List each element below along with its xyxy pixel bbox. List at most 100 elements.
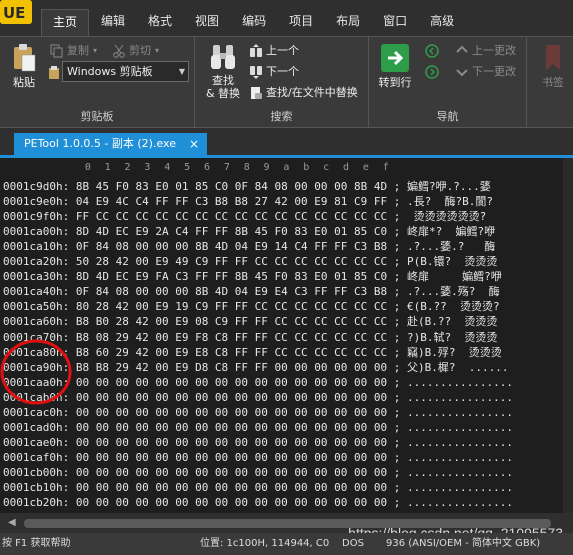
navigation-group: 转到行 上一更改 下一更改 导航	[369, 37, 527, 127]
hex-ascii[interactable]: ; ................	[394, 376, 513, 389]
hex-row[interactable]: 0001ca00h: 8D 4D EC E9 2A C4 FF FF 8B 45…	[3, 224, 495, 239]
hex-row[interactable]: 0001cb20h: 00 00 00 00 00 00 00 00 00 00…	[3, 495, 513, 510]
hex-row[interactable]: 0001ca80h: B8 60 29 42 00 E9 E8 C8 FF FF…	[3, 345, 502, 360]
hex-ascii[interactable]: ; ?)B.轼? 烫烫烫	[394, 331, 498, 344]
menu-tab[interactable]: 高级	[419, 9, 465, 34]
document-tab[interactable]: PETool 1.0.0.5 - 副本 (2).exe ×	[14, 133, 207, 155]
menu-tab[interactable]: 布局	[325, 9, 371, 34]
hex-row[interactable]: 0001cae0h: 00 00 00 00 00 00 00 00 00 00…	[3, 435, 513, 450]
hex-ascii[interactable]: ; 烫烫烫烫烫烫?	[394, 210, 487, 223]
scroll-left-icon[interactable]: ◀	[8, 517, 16, 528]
hex-ascii[interactable]: ; ................	[394, 481, 513, 494]
hex-ascii[interactable]: ; ................	[394, 451, 513, 464]
hex-row[interactable]: 0001cac0h: 00 00 00 00 00 00 00 00 00 00…	[3, 405, 513, 420]
hex-row[interactable]: 0001ca60h: B8 B0 28 42 00 E9 08 C9 FF FF…	[3, 314, 497, 329]
hex-row[interactable]: 0001ca40h: 0F 84 08 00 00 00 8B 4D 04 E9…	[3, 284, 500, 299]
hex-ascii[interactable]: ; ................	[394, 421, 513, 434]
find-in-files-button[interactable]: 查找/在文件中替换	[249, 83, 358, 103]
hex-bytes[interactable]: 50 28 42 00 E9 49 C9 FF FF CC CC CC CC C…	[76, 255, 387, 268]
menu-tab[interactable]: 主页	[41, 9, 90, 36]
hex-bytes[interactable]: B8 08 29 42 00 E9 F8 C8 FF FF CC CC CC C…	[76, 331, 387, 344]
hex-row[interactable]: 0001cb10h: 00 00 00 00 00 00 00 00 00 00…	[3, 480, 513, 495]
hex-bytes[interactable]: 00 00 00 00 00 00 00 00 00 00 00 00 00 0…	[76, 421, 387, 434]
next-change-button[interactable]: 下一更改	[455, 62, 516, 82]
vertical-scrollbar[interactable]	[563, 158, 573, 513]
hex-ascii[interactable]: ; 峂扉 媥鳕?咿	[394, 270, 502, 283]
hex-ascii[interactable]: ; P(B.镮? 烫烫烫	[394, 255, 498, 268]
hex-row[interactable]: 0001ca70h: B8 08 29 42 00 E9 F8 C8 FF FF…	[3, 330, 497, 345]
hex-bytes[interactable]: 0F 84 08 00 00 00 8B 4D 04 E9 14 C4 FF F…	[76, 240, 387, 253]
hex-bytes[interactable]: FF CC CC CC CC CC CC CC CC CC CC CC CC C…	[76, 210, 387, 223]
hex-ascii[interactable]: ; 赴(B.?? 烫烫烫	[394, 315, 498, 328]
hex-bytes[interactable]: 00 00 00 00 00 00 00 00 00 00 00 00 00 0…	[76, 496, 387, 509]
hex-bytes[interactable]: 0F 84 08 00 00 00 8B 4D 04 E9 E4 C3 FF F…	[76, 285, 387, 298]
hex-row[interactable]: 0001caa0h: 00 00 00 00 00 00 00 00 00 00…	[3, 375, 513, 390]
menu-tab[interactable]: 项目	[278, 9, 324, 34]
hex-ascii[interactable]: ; ................	[394, 496, 513, 509]
hex-row[interactable]: 0001c9f0h: FF CC CC CC CC CC CC CC CC CC…	[3, 209, 486, 224]
hex-ascii[interactable]: ; .?...婱.殇? 酶	[394, 285, 500, 298]
hex-ascii[interactable]: ; 峂扉*? 媥鳕?咿	[394, 225, 495, 238]
hex-row[interactable]: 0001caf0h: 00 00 00 00 00 00 00 00 00 00…	[3, 450, 513, 465]
hex-bytes[interactable]: 8D 4D EC E9 FA C3 FF FF 8B 45 F0 83 E0 0…	[76, 270, 387, 283]
hex-row[interactable]: 0001cab0h: 00 00 00 00 00 00 00 00 00 00…	[3, 390, 513, 405]
hex-bytes[interactable]: 00 00 00 00 00 00 00 00 00 00 00 00 00 0…	[76, 406, 387, 419]
hex-ascii[interactable]: ; ................	[394, 406, 513, 419]
hex-row[interactable]: 0001ca30h: 8D 4D EC E9 FA C3 FF FF 8B 45…	[3, 269, 502, 284]
status-position: 位置: 1c100H, 114944, C0	[200, 538, 330, 549]
hex-ascii[interactable]: ; .?...婱.? 酶	[394, 240, 495, 253]
menu-tab[interactable]: 格式	[137, 9, 183, 34]
hex-row[interactable]: 0001c9d0h: 8B 45 F0 83 E0 01 85 C0 0F 84…	[3, 179, 491, 194]
hex-row[interactable]: 0001cad0h: 00 00 00 00 00 00 00 00 00 00…	[3, 420, 513, 435]
column-ruler: 0 1 2 3 4 5 6 7 8 9 a b c d e f	[0, 162, 563, 176]
hex-bytes[interactable]: 00 00 00 00 00 00 00 00 00 00 00 00 00 0…	[76, 481, 387, 494]
hex-ascii[interactable]: ; ................	[394, 436, 513, 449]
hex-bytes[interactable]: 8D 4D EC E9 2A C4 FF FF 8B 45 F0 83 E0 0…	[76, 225, 387, 238]
menu-tab[interactable]: 视图	[184, 9, 230, 34]
hex-row[interactable]: 0001ca50h: 80 28 42 00 E9 19 C9 FF FF CC…	[3, 299, 500, 314]
hex-ascii[interactable]: ; ................	[394, 466, 513, 479]
menu-tab[interactable]: 窗口	[372, 9, 418, 34]
find-next-button[interactable]: 下一个	[249, 62, 299, 82]
menu-tab[interactable]: 编码	[231, 9, 277, 34]
next-change-label: 下一更改	[472, 65, 516, 78]
hex-bytes[interactable]: 8B 45 F0 83 E0 01 85 C0 0F 84 08 00 00 0…	[76, 180, 387, 193]
cut-button[interactable]: 剪切 ▾	[112, 41, 159, 61]
bookmarks-button[interactable]: 书签	[533, 43, 573, 89]
hex-bytes[interactable]: B8 60 29 42 00 E9 E8 C8 FF FF CC CC CC C…	[76, 346, 387, 359]
hex-ascii[interactable]: ; .長? 酶?B.閬?	[394, 195, 493, 208]
menu-tab[interactable]: 编辑	[90, 9, 136, 34]
previous-change-button[interactable]: 上一更改	[455, 41, 516, 61]
hex-bytes[interactable]: 00 00 00 00 00 00 00 00 00 00 00 00 00 0…	[76, 436, 387, 449]
hex-bytes[interactable]: 80 28 42 00 E9 19 C9 FF FF CC CC CC CC C…	[76, 300, 387, 313]
hex-ascii[interactable]: ; 媥鳕?咿.?...婱	[394, 180, 491, 193]
hex-bytes[interactable]: 00 00 00 00 00 00 00 00 00 00 00 00 00 0…	[76, 376, 387, 389]
paste-button[interactable]: 粘贴	[6, 43, 42, 89]
goto-line-button[interactable]: 转到行	[373, 43, 417, 89]
forward-icon[interactable]	[425, 62, 439, 82]
hex-ascii[interactable]: ; ................	[394, 391, 513, 404]
clipboard-select[interactable]: Windows 剪贴板 ▼	[62, 61, 189, 82]
hex-bytes[interactable]: 04 E9 4C C4 FF FF C3 B8 B8 27 42 00 E9 8…	[76, 195, 387, 208]
hex-ascii[interactable]: ; €(B.?? 烫烫烫?	[394, 300, 500, 313]
hex-ascii[interactable]: ; 竊)B.殍? 烫烫烫	[394, 346, 502, 359]
hex-row[interactable]: 0001ca90h: B8 B8 29 42 00 E9 D8 C8 FF FF…	[3, 360, 508, 375]
search-group-label: 搜索	[270, 110, 293, 123]
hex-row[interactable]: 0001cb00h: 00 00 00 00 00 00 00 00 00 00…	[3, 465, 513, 480]
copy-button[interactable]: 复制 ▾	[50, 41, 97, 61]
hex-bytes[interactable]: 00 00 00 00 00 00 00 00 00 00 00 00 00 0…	[76, 391, 387, 404]
ultraedit-logo-icon[interactable]: UE	[0, 0, 32, 24]
hex-row[interactable]: 0001ca10h: 0F 84 08 00 00 00 8B 4D 04 E9…	[3, 239, 495, 254]
find-previous-button[interactable]: 上一个	[249, 41, 299, 61]
hex-editor[interactable]: 0 1 2 3 4 5 6 7 8 9 a b c d e f 0001c9d0h: 8B 45 F0 83 …	[0, 158, 563, 513]
hex-ascii[interactable]: ; 父)B.樨? ......	[394, 361, 509, 374]
hex-bytes[interactable]: B8 B0 28 42 00 E9 08 C9 FF FF CC CC CC C…	[76, 315, 387, 328]
hex-bytes[interactable]: 00 00 00 00 00 00 00 00 00 00 00 00 00 0…	[76, 466, 387, 479]
close-icon[interactable]: ×	[189, 133, 199, 155]
hex-bytes[interactable]: B8 B8 29 42 00 E9 D8 C8 FF FF 00 00 00 0…	[76, 361, 387, 374]
hex-row[interactable]: 0001ca20h: 50 28 42 00 E9 49 C9 FF FF CC…	[3, 254, 497, 269]
hex-row[interactable]: 0001c9e0h: 04 E9 4C C4 FF FF C3 B8 B8 27…	[3, 194, 493, 209]
find-replace-button[interactable]: 查找 & 替换	[203, 43, 243, 100]
back-icon[interactable]	[425, 41, 439, 61]
hex-bytes[interactable]: 00 00 00 00 00 00 00 00 00 00 00 00 00 0…	[76, 451, 387, 464]
